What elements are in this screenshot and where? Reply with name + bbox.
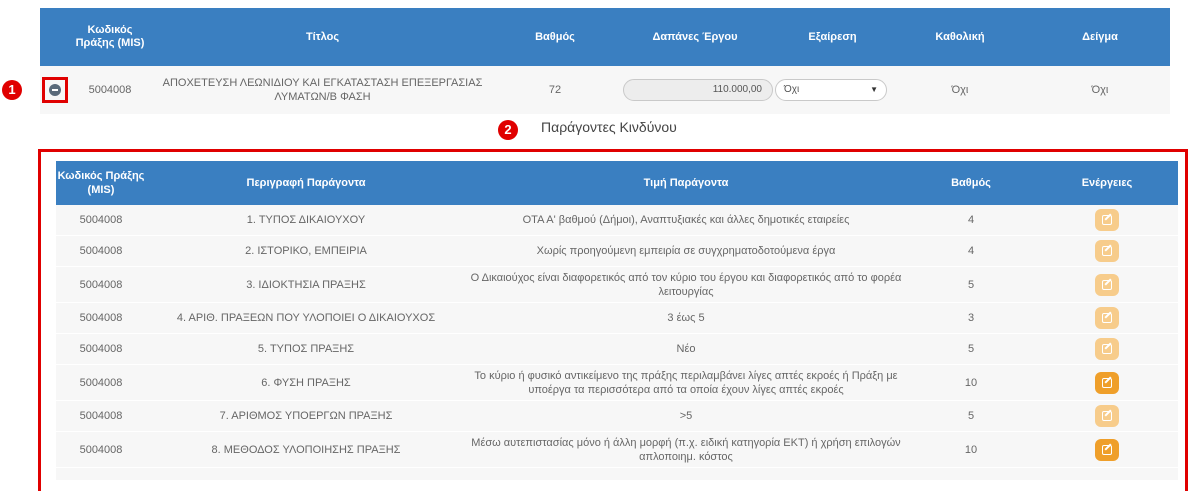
edit-icon <box>1102 444 1112 455</box>
edit-icon <box>1102 411 1112 421</box>
header-exclusion: Εξαίρεση <box>808 30 857 43</box>
table-row: 5004008 4. ΑΡΙΘ. ΠΡΑΞΕΩΝ ΠΟΥ ΥΛΟΠΟΙΕΙ Ο … <box>56 303 1178 334</box>
edit-button[interactable] <box>1095 240 1119 262</box>
cell-grade: 10 <box>964 376 978 389</box>
header-mis: Κωδικός Πράξης (MIS) <box>75 24 145 49</box>
cell-description: 6. ΦΥΣΗ ΠΡΑΞΗΣ <box>261 376 351 389</box>
edit-button[interactable] <box>1095 273 1119 296</box>
cell-grade: 5 <box>967 343 975 355</box>
edit-button[interactable] <box>1095 209 1119 231</box>
operation-table-header: Κωδικός Πράξης (MIS) Τίτλος Βαθμός Δαπάν… <box>40 8 1170 66</box>
table-row: 5004008 3. ΙΔΙΟΚΤΗΣΙΑ ΠΡΑΞΗΣ Ο Δικαιούχο… <box>56 267 1178 303</box>
exclusion-select-value: Όχι <box>784 84 800 95</box>
cell-value: Νέο <box>676 343 696 355</box>
header-mis: Κωδικός Πράξης (MIS) <box>57 170 145 196</box>
cell-value: ΟΤΑ Α' βαθμού (Δήμοι), Αναπτυξιακές και … <box>522 214 850 226</box>
annotation-marker-1: 1 <box>2 80 22 100</box>
annotation-marker-2: 2 <box>498 120 518 140</box>
cell-mis: 5004008 <box>79 376 123 389</box>
cell-grade: 10 <box>964 443 978 456</box>
header-value: Τιμή Παράγοντα <box>643 177 729 189</box>
cell-description: 3. ΙΔΙΟΚΤΗΣΙΑ ΠΡΑΞΗΣ <box>246 278 366 291</box>
cell-grade: 72 <box>548 84 562 96</box>
cell-grade: 3 <box>967 312 975 324</box>
operation-table: Κωδικός Πράξης (MIS) Τίτλος Βαθμός Δαπάν… <box>40 8 1170 114</box>
cell-grade: 4 <box>967 214 975 226</box>
table-row: 5004008 8. ΜΕΘΟΔΟΣ ΥΛΟΠΟΙΗΣΗΣ ΠΡΑΞΗΣ Μέσ… <box>56 432 1178 468</box>
cell-mis: 5004008 <box>79 245 123 257</box>
cell-sample: Όχι <box>1091 84 1109 96</box>
cell-value: Ο Δικαιούχος είναι διαφορετικός από τον … <box>470 271 902 298</box>
cost-field[interactable]: 110.000,00 <box>623 79 773 101</box>
cell-description: 7. ΑΡΙΘΜΟΣ ΥΠΟΕΡΓΩΝ ΠΡΑΞΗΣ <box>219 410 393 422</box>
cell-mis: 5004008 <box>88 84 132 96</box>
cell-description: 2. ΙΣΤΟΡΙΚΟ, ΕΜΠΕΙΡΙΑ <box>245 245 367 257</box>
collapse-toggle-button[interactable] <box>42 77 68 103</box>
edit-button[interactable] <box>1095 371 1119 394</box>
table-row: 5004008 6. ΦΥΣΗ ΠΡΑΞΗΣ Το κύριο ή φυσικό… <box>56 365 1178 401</box>
cell-title: ΑΠΟΧΕΤΕΥΣΗ ΛΕΩΝΙΔΙΟΥ ΚΑΙ ΕΓΚΑΤΑΣΤΑΣΗ ΕΠΕ… <box>162 77 483 103</box>
table-row: 5004008 5. ΤΥΠΟΣ ΠΡΑΞΗΣ Νέο 5 <box>56 334 1178 365</box>
cell-value: 3 έως 5 <box>667 312 705 324</box>
risk-factors-table: Κωδικός Πράξης (MIS) Περιγραφή Παράγοντα… <box>56 161 1178 480</box>
edit-button[interactable] <box>1095 405 1119 427</box>
cell-universal: Όχι <box>951 84 969 96</box>
edit-icon <box>1102 377 1112 388</box>
cell-mis: 5004008 <box>79 410 123 422</box>
table-row: 5004008 7. ΑΡΙΘΜΟΣ ΥΠΟΕΡΓΩΝ ΠΡΑΞΗΣ >5 5 <box>56 401 1178 432</box>
edit-icon <box>1102 313 1112 323</box>
edit-icon <box>1102 279 1112 290</box>
table-footer-spacer <box>56 468 1178 480</box>
cell-mis: 5004008 <box>79 214 123 226</box>
cell-value: Το κύριο ή φυσικό αντικείμενο της πράξης… <box>474 369 898 396</box>
header-grade: Βαθμός <box>951 177 991 189</box>
edit-button[interactable] <box>1095 338 1119 360</box>
cell-grade: 4 <box>967 245 975 257</box>
edit-button[interactable] <box>1095 438 1119 461</box>
header-cost: Δαπάνες Έργου <box>652 30 738 43</box>
cell-description: 5. ΤΥΠΟΣ ΠΡΑΞΗΣ <box>257 343 355 355</box>
edit-icon <box>1102 344 1112 354</box>
cell-description: 8. ΜΕΘΟΔΟΣ ΥΛΟΠΟΙΗΣΗΣ ΠΡΑΞΗΣ <box>211 443 401 456</box>
edit-icon <box>1102 215 1112 225</box>
table-row: 5004008 1. ΤΥΠΟΣ ΔΙΚΑΙΟΥΧΟΥ ΟΤΑ Α' βαθμο… <box>56 205 1178 236</box>
header-universal: Καθολική <box>935 30 985 43</box>
header-grade: Βαθμός <box>535 30 575 43</box>
cell-value: Χωρίς προηγούμενη εμπειρία σε συγχρηματο… <box>536 245 836 257</box>
table-row: 5004008 2. ΙΣΤΟΡΙΚΟ, ΕΜΠΕΙΡΙΑ Χωρίς προη… <box>56 236 1178 267</box>
minus-circle-icon <box>49 84 61 96</box>
cell-mis: 5004008 <box>79 343 123 355</box>
risk-table-header: Κωδικός Πράξης (MIS) Περιγραφή Παράγοντα… <box>56 161 1178 205</box>
table-row: 5004008 ΑΠΟΧΕΤΕΥΣΗ ΛΕΩΝΙΔΙΟΥ ΚΑΙ ΕΓΚΑΤΑΣ… <box>40 66 1170 114</box>
edit-icon <box>1102 246 1112 256</box>
cell-value: >5 <box>679 410 693 422</box>
cell-grade: 5 <box>967 410 975 422</box>
cell-mis: 5004008 <box>79 443 123 456</box>
cell-description: 1. ΤΥΠΟΣ ΔΙΚΑΙΟΥΧΟΥ <box>246 214 366 226</box>
risk-factors-panel: Κωδικός Πράξης (MIS) Περιγραφή Παράγοντα… <box>38 149 1188 491</box>
cell-description: 4. ΑΡΙΘ. ΠΡΑΞΕΩΝ ΠΟΥ ΥΛΟΠΟΙΕΙ Ο ΔΙΚΑΙΟΥΧ… <box>176 312 436 324</box>
cell-mis: 5004008 <box>79 312 123 324</box>
edit-button[interactable] <box>1095 307 1119 329</box>
header-sample: Δείγμα <box>1082 30 1118 43</box>
cell-grade: 5 <box>967 278 975 291</box>
cell-value: Μέσω αυτεπιστασίας μόνο ή άλλη μορφή (π.… <box>471 436 901 463</box>
header-actions: Ενέργειες <box>1081 177 1133 189</box>
header-description: Περιγραφή Παράγοντα <box>246 177 366 189</box>
caret-down-icon: ▼ <box>870 85 878 94</box>
cell-mis: 5004008 <box>79 278 123 291</box>
header-title: Τίτλος <box>305 30 340 43</box>
exclusion-select[interactable]: Όχι ▼ <box>775 79 887 101</box>
risk-factors-title: Παράγοντες Κινδύνου <box>541 119 677 135</box>
